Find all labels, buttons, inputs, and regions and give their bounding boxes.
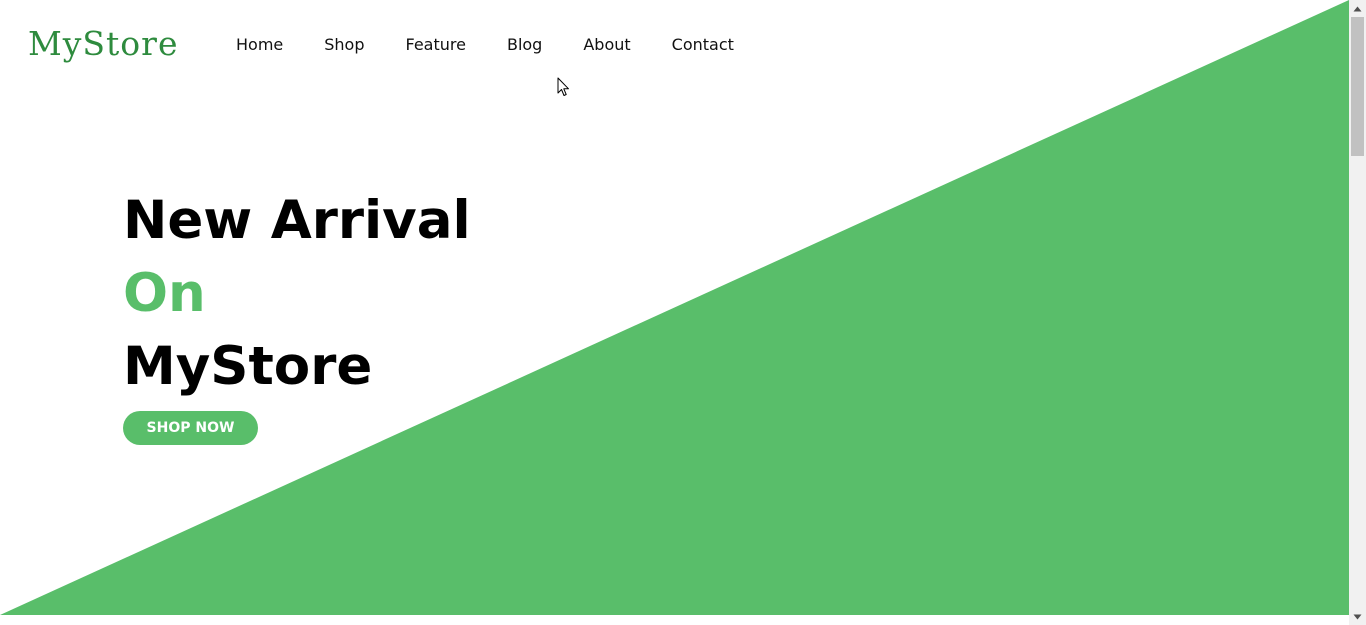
nav-item-home[interactable]: Home [236,34,283,56]
main-nav: Home Shop Feature Blog About Contact [236,34,775,56]
chevron-up-icon [1353,6,1362,11]
arrow-cursor-icon [557,77,569,96]
nav-item-about[interactable]: About [583,34,630,56]
nav-item-blog[interactable]: Blog [507,34,542,56]
hero-line-mystore: MyStore [123,336,373,397]
nav-item-contact[interactable]: Contact [672,34,734,56]
scroll-up-button[interactable] [1349,0,1366,17]
shop-now-button[interactable]: SHOP NOW [123,411,258,445]
nav-item-shop[interactable]: Shop [324,34,364,56]
hero-line-new-arrival: New Arrival [123,190,471,251]
logo[interactable]: MyStore [28,24,178,64]
hero-heading: New Arrival On MyStore [123,184,471,403]
hero-line-on: On [123,263,206,324]
vertical-scrollbar[interactable] [1349,0,1366,625]
chevron-down-icon [1353,614,1362,619]
scroll-down-button[interactable] [1349,608,1366,625]
page: MyStore Home Shop Feature Blog About Con… [0,0,1349,625]
scrollbar-thumb[interactable] [1351,17,1364,156]
nav-item-feature[interactable]: Feature [406,34,466,56]
